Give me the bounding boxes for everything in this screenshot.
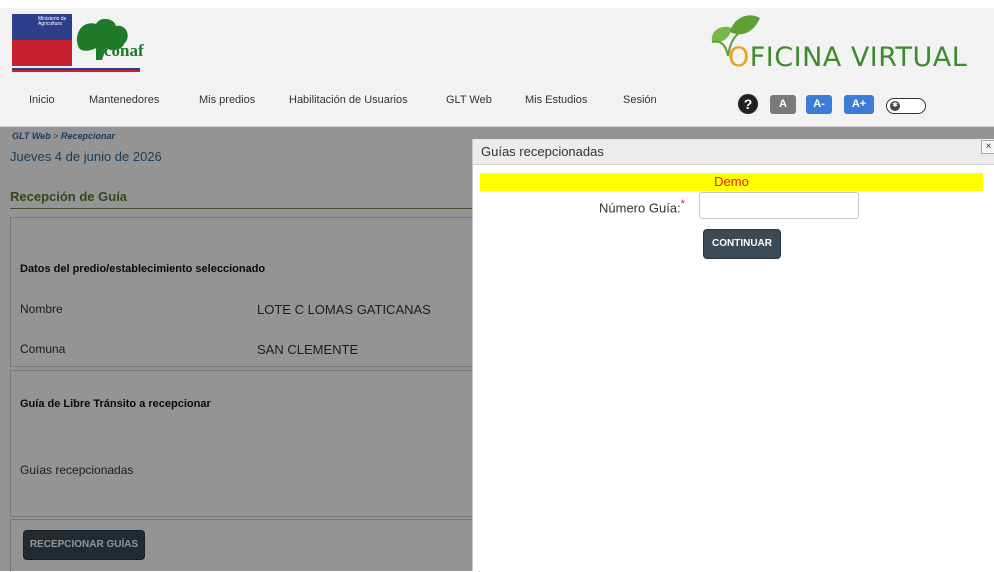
dialog-titlebar[interactable]: Guías recepcionadas × (473, 139, 994, 165)
font-normal-button[interactable]: A (770, 95, 796, 114)
dialog-body: Demo Número Guía:* CONTINUAR (473, 165, 994, 571)
font-larger-button[interactable]: A+ (844, 95, 874, 114)
close-icon[interactable]: × (981, 140, 994, 154)
contrast-toggle[interactable]: ✱ (886, 98, 926, 114)
nav-item-inicio[interactable]: Inicio (29, 94, 55, 106)
ministry-text: Ministerio de Agricultura (38, 16, 67, 27)
help-icon[interactable]: ? (738, 94, 758, 114)
numero-guia-label: Número Guía:* (599, 198, 685, 216)
sun-icon: ✱ (890, 101, 900, 111)
main-nav: Inicio Mantenedores Mis predios Habilita… (0, 94, 700, 124)
numero-guia-input[interactable] (699, 192, 859, 219)
conaf-logo[interactable]: conaf (72, 14, 152, 70)
guias-recepcionadas-dialog: Guías recepcionadas × Demo Número Guía:*… (472, 139, 994, 571)
nav-item-mis-predios[interactable]: Mis predios (199, 94, 255, 106)
font-smaller-button[interactable]: A- (806, 95, 832, 114)
site-header: Ministerio de Agricultura conaf OFICINA … (0, 8, 994, 127)
oficina-virtual-title: OFICINA VIRTUAL (728, 42, 968, 73)
dialog-title: Guías recepcionadas (481, 144, 604, 159)
nav-item-glt-web[interactable]: GLT Web (446, 94, 492, 106)
nav-item-habilitacion-usuarios[interactable]: Habilitación de Usuarios (289, 94, 408, 106)
ministry-logo[interactable]: Ministerio de Agricultura (12, 14, 72, 66)
required-marker: * (680, 198, 685, 210)
demo-banner: Demo (480, 173, 983, 191)
nav-item-mis-estudios[interactable]: Mis Estudios (525, 94, 587, 106)
nav-item-sesion[interactable]: Sesión (623, 94, 657, 106)
nav-item-mantenedores[interactable]: Mantenedores (89, 94, 159, 106)
continuar-button[interactable]: CONTINUAR (703, 229, 781, 259)
conaf-wordmark: conaf (104, 41, 144, 60)
